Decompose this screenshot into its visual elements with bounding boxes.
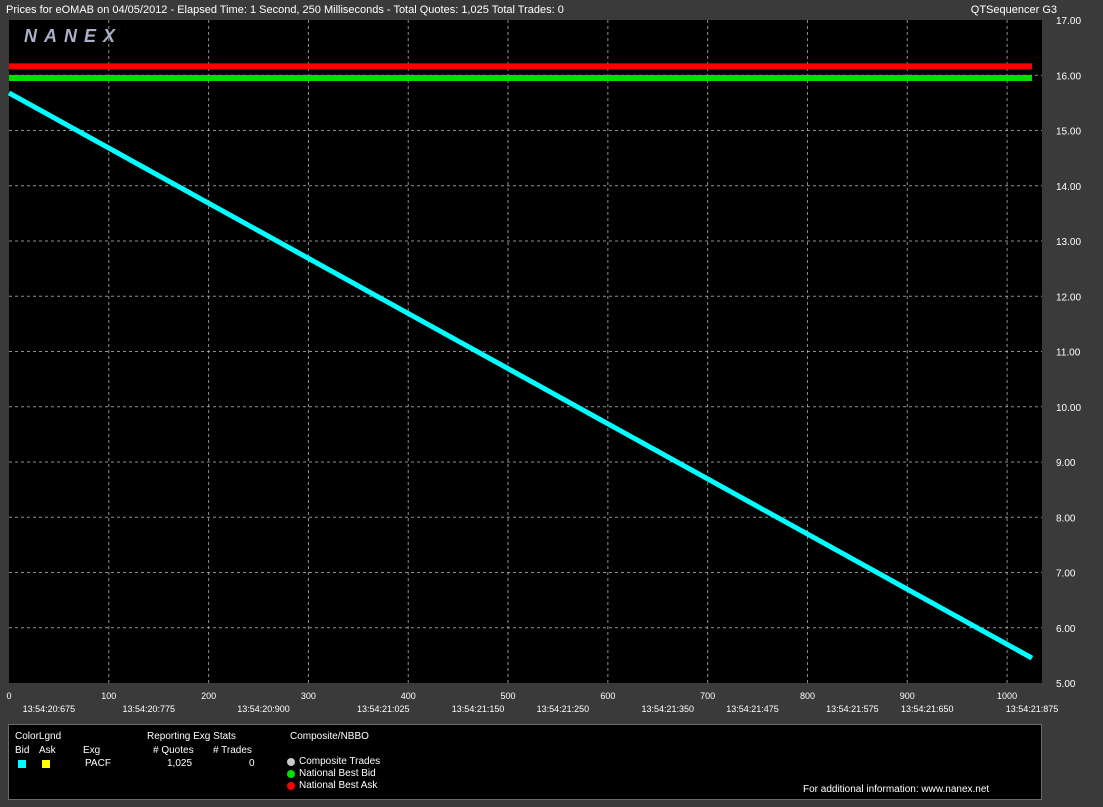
- x-sequence-tick-label: 200: [201, 691, 216, 701]
- nanex-logo: NANEX: [24, 26, 122, 46]
- national-best-ask-dot: [287, 782, 295, 790]
- legend-panel: ColorLgnd Bid Ask Exg PACF Reporting Exg…: [8, 724, 1042, 800]
- x-time-tick-label: 13:54:20:675: [23, 704, 76, 714]
- x-time-tick-label: 13:54:21:575: [826, 704, 879, 714]
- y-tick-label: 12.00: [1056, 292, 1081, 303]
- y-tick-label: 13.00: [1056, 237, 1081, 248]
- composite-trades-label: Composite Trades: [299, 756, 381, 767]
- quotes-header: # Quotes: [153, 745, 194, 756]
- ask-color-swatch: [42, 760, 50, 768]
- x-sequence-tick-label: 900: [900, 691, 915, 701]
- stats-title: Reporting Exg Stats: [147, 731, 236, 742]
- x-time-tick-label: 13:54:21:875: [1006, 704, 1059, 714]
- y-tick-label: 15.00: [1056, 127, 1081, 138]
- composite-trades-dot: [287, 758, 295, 766]
- color-legend-title: ColorLgnd: [15, 731, 62, 742]
- x-time-tick-label: 13:54:20:775: [122, 704, 175, 714]
- x-axis: 0 100 200 300 400 500 600 700 800 900 1000 13:54:20…: [6, 691, 1058, 714]
- x-sequence-tick-label: 100: [101, 691, 116, 701]
- x-sequence-tick-label: 1000: [997, 691, 1017, 701]
- x-sequence-tick-label: 500: [501, 691, 516, 701]
- trades-header: # Trades: [213, 745, 252, 756]
- x-sequence-tick-label: 0: [6, 691, 11, 701]
- y-tick-label: 7.00: [1056, 569, 1076, 580]
- exchange-name: PACF: [85, 758, 111, 769]
- x-time-tick-label: 13:54:21:025: [357, 704, 410, 714]
- y-tick-label: 17.00: [1056, 16, 1081, 27]
- x-time-tick-label: 13:54:21:350: [641, 704, 694, 714]
- composite-title: Composite/NBBO: [290, 731, 369, 742]
- footer-info: For additional information: www.nanex.ne…: [803, 784, 990, 795]
- bid-legend-label: Bid: [15, 745, 30, 756]
- y-tick-label: 9.00: [1056, 458, 1076, 469]
- x-time-tick-label: 13:54:20:900: [237, 704, 290, 714]
- x-sequence-tick-label: 600: [600, 691, 615, 701]
- quotes-value: 1,025: [167, 758, 193, 769]
- y-axis: 5.00 6.00 7.00 8.00 9.00 10.00 11.00 12.00 13.00…: [1056, 16, 1081, 690]
- x-time-tick-label: 13:54:21:475: [726, 704, 779, 714]
- bid-color-swatch: [18, 760, 26, 768]
- x-time-tick-label: 13:54:21:250: [537, 704, 590, 714]
- ask-legend-label: Ask: [39, 745, 56, 756]
- national-best-bid-dot: [287, 770, 295, 778]
- x-sequence-tick-label: 700: [700, 691, 715, 701]
- y-tick-label: 11.00: [1056, 348, 1081, 359]
- y-tick-label: 10.00: [1056, 403, 1081, 414]
- y-tick-label: 6.00: [1056, 624, 1076, 635]
- national-best-ask-label: National Best Ask: [299, 780, 378, 791]
- x-sequence-tick-label: 400: [401, 691, 416, 701]
- x-sequence-tick-label: 300: [301, 691, 316, 701]
- price-chart: NANEX 5.00 6.00 7.00 8.00 9.00 10.00 11.00 12.0…: [6, 16, 1081, 714]
- x-time-tick-label: 13:54:21:150: [452, 704, 505, 714]
- y-tick-label: 5.00: [1056, 679, 1076, 690]
- exg-header: Exg: [83, 745, 101, 756]
- y-tick-label: 16.00: [1056, 71, 1081, 82]
- national-best-bid-label: National Best Bid: [299, 768, 376, 779]
- y-tick-label: 8.00: [1056, 513, 1076, 524]
- trades-value: 0: [249, 758, 255, 769]
- x-time-tick-label: 13:54:21:650: [901, 704, 954, 714]
- x-sequence-tick-label: 800: [800, 691, 815, 701]
- y-tick-label: 14.00: [1056, 182, 1081, 193]
